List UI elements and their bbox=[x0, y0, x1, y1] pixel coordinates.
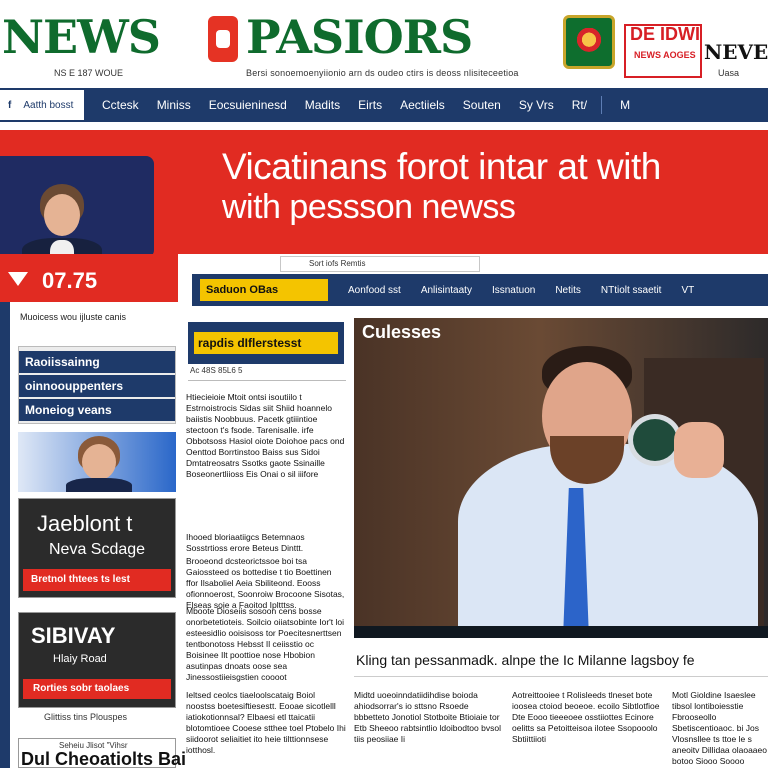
anchor-face bbox=[44, 194, 80, 236]
down-arrow-icon bbox=[8, 272, 28, 286]
anchor-photo[interactable] bbox=[0, 156, 154, 258]
emblem-icon bbox=[563, 15, 615, 69]
masthead: NEWS PASIORS DE IDWI NEWS AOGES NEVERK N… bbox=[0, 0, 768, 88]
card-title: SIBIVAY bbox=[31, 623, 116, 648]
promo-subtitle: NEWS AOGES bbox=[634, 50, 696, 60]
card-caption: Raoiissainng bbox=[19, 351, 175, 373]
left-rail bbox=[0, 302, 10, 768]
bottom-column: Aotreittooiee t Rolisleeds tlneset bote … bbox=[512, 690, 660, 744]
sidebar-card[interactable]: SIBIVAY Hlaiy Road Rorties sobr taolaes bbox=[18, 612, 176, 708]
promo-brand: NEVERK bbox=[704, 40, 768, 64]
ticker-value: 07.75 bbox=[42, 268, 98, 293]
site-logo-right[interactable]: PASIORS bbox=[246, 10, 473, 64]
nav-home-caret: f bbox=[8, 99, 12, 111]
sidebar-card[interactable]: Seheiu Jlisot "Vihsr Dul Cheoatiolts Bai bbox=[18, 738, 186, 768]
sidebar-card[interactable]: Raoiissainng oinnoouppenters Moneiog vea… bbox=[18, 346, 176, 424]
section-bar: Saduon OBas Aonfood sst Anlisintaaty Iss… bbox=[192, 274, 768, 306]
logo-badge-icon bbox=[208, 16, 238, 62]
nav-home-label: Aatth bosst bbox=[23, 99, 74, 111]
nav-item[interactable]: Eirts bbox=[358, 98, 382, 112]
nav-item-more[interactable]: M bbox=[620, 98, 630, 112]
section-link[interactable]: VT bbox=[681, 285, 694, 296]
nav-item[interactable]: Miniss bbox=[157, 98, 191, 112]
nav-item[interactable]: Eocsuieninesd bbox=[209, 98, 287, 112]
video-player[interactable] bbox=[354, 318, 768, 638]
nav-item[interactable]: Cctesk bbox=[102, 98, 139, 112]
nav-item[interactable]: Rt/ bbox=[572, 98, 587, 112]
tagline-right: Uasa bbox=[718, 68, 740, 78]
nav-divider bbox=[601, 96, 603, 114]
middle-header[interactable]: rapdis dIflerstesst bbox=[188, 322, 344, 364]
article-paragraph: Htiecieioie Mtoit ontsi isoutiilo t Estr… bbox=[186, 392, 345, 479]
card-caption: Moneiog veans bbox=[19, 399, 175, 421]
dateline: Ac 48S 85L6 5 bbox=[190, 366, 243, 375]
article-paragraph: Brooeond dcsteorictssoe boi tsa Gaiosste… bbox=[186, 556, 345, 610]
card-title: Jaeblont t bbox=[37, 511, 133, 536]
card-subtitle: Neva Scdage bbox=[49, 541, 146, 558]
banner-headline-second[interactable]: with pessson newss bbox=[222, 188, 516, 227]
person-torso bbox=[66, 478, 132, 492]
main-nav: f Aatth bosst Cctesk Miniss Eocsuienines… bbox=[0, 88, 768, 122]
middle-header-label: rapdis dIflerstesst bbox=[194, 332, 338, 354]
section-link[interactable]: NTtiolt ssaetit bbox=[601, 285, 662, 296]
card-band: Bretnol thtees ts lest bbox=[23, 569, 171, 591]
sidebar-card[interactable]: Jaeblont t Neva Scdage Bretnol thtees ts… bbox=[18, 498, 176, 598]
article-paragraph: Ieltsed ceolcs tiaeloolscataig Boiol noo… bbox=[186, 690, 346, 755]
card-subtitle: Hlaiy Road bbox=[53, 653, 107, 665]
video-caption[interactable]: Kling tan pessanmadk. alnpe the Ic Milan… bbox=[356, 652, 695, 668]
video-title[interactable]: Culesses bbox=[362, 322, 441, 343]
person-face bbox=[82, 444, 116, 480]
article-paragraph: Mboote Dioseiis sosoon cens bosse onorbe… bbox=[186, 606, 345, 682]
ticker-note: Muoicess wou ijluste canis bbox=[20, 312, 127, 322]
card-footnote: Glittiss tins Plouspes bbox=[44, 712, 128, 722]
presenter-hand bbox=[674, 422, 724, 478]
divider bbox=[188, 380, 346, 381]
card-band: Rorties sobr taolaes bbox=[23, 679, 171, 699]
sidebar-photo-card[interactable] bbox=[18, 432, 176, 492]
bottom-column: Midtd uoeoinndatiidihdise boioda ahiodso… bbox=[354, 690, 501, 744]
promo-title: DE IDWI bbox=[630, 24, 700, 44]
tagline-left: NS E 187 WOUE bbox=[54, 68, 124, 78]
nav-item[interactable]: Madits bbox=[305, 98, 340, 112]
card-title: Dul Cheoatiolts Bai bbox=[21, 749, 187, 768]
tagline: Bersi sonoemoenyiionio arn ds oudeo ctir… bbox=[246, 68, 519, 78]
section-link[interactable]: Netits bbox=[555, 285, 581, 296]
section-search[interactable]: Sort iofs Remtis bbox=[280, 256, 480, 272]
nav-item[interactable]: Aectiiels bbox=[400, 98, 445, 112]
section-link[interactable]: Aonfood sst bbox=[348, 285, 401, 296]
section-link[interactable]: Anlisintaaty bbox=[421, 285, 472, 296]
article-paragraph: Ihooed bloriaatiigcs Betemnaos Sosstrtio… bbox=[186, 532, 305, 553]
video-controls[interactable] bbox=[354, 626, 768, 638]
header-promo[interactable]: DE IDWI NEWS AOGES NEVERK bbox=[624, 18, 768, 78]
nav-item[interactable]: Souten bbox=[463, 98, 501, 112]
site-logo-left[interactable]: NEWS bbox=[2, 10, 161, 64]
card-caption: oinnoouppenters bbox=[19, 375, 175, 397]
section-badge[interactable]: Saduon OBas bbox=[200, 279, 328, 301]
divider bbox=[354, 676, 768, 677]
nav-item[interactable]: Sy Vrs bbox=[519, 98, 554, 112]
bottom-column: Motl Gioldine Isaeslee tibsol lontiboies… bbox=[672, 690, 767, 766]
section-link[interactable]: Issnatuon bbox=[492, 285, 535, 296]
nav-home[interactable]: f Aatth bosst bbox=[0, 90, 84, 120]
banner-headline[interactable]: Vicatinans forot intar at with bbox=[222, 146, 661, 188]
